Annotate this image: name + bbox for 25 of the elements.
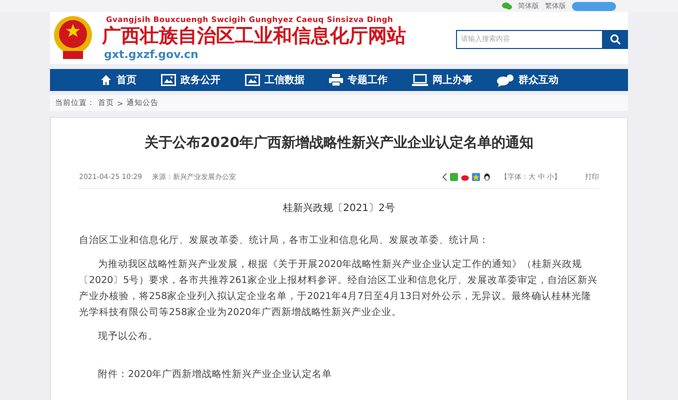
emblem-icon (52, 15, 94, 61)
image-icon (244, 74, 260, 86)
document-number: 桂新兴政规〔2021〕2号 (282, 202, 396, 215)
nav-item[interactable]: 群众互动 (496, 73, 558, 87)
nav-item[interactable]: 工信数据 (244, 73, 304, 87)
nav-item[interactable]: 网上办事 (412, 73, 472, 87)
site-domain: gxt.gxzf.gov.cn (103, 48, 200, 61)
share-icon[interactable] (442, 173, 447, 181)
article-paragraph: 附件：2020年广西新增战略性新兴产业企业认定名单 (97, 368, 334, 382)
nav-item[interactable]: 政务公开 (160, 73, 220, 87)
printer-icon (328, 74, 342, 86)
article-title: 关于公布2020年广西新增战略性新兴产业企业认定名单的通知 (143, 134, 534, 152)
laptop-icon (412, 74, 428, 86)
home-icon (100, 74, 112, 86)
site-name: 广西壮族自治区工业和信息化厅网站 (102, 24, 407, 48)
accessibility-button[interactable] (572, 2, 616, 10)
search-button[interactable] (602, 30, 628, 48)
article-paragraph: 现予以公布。 (97, 330, 159, 344)
search-icon (610, 34, 620, 44)
article-paragraph: 自治区工业和信息化厅、发展改革委、统计局，各市工业和信息化局、发展改革委、统计局： (79, 234, 490, 248)
article-paragraph: 为推动我区战略性新兴产业发展，根据《关于开展2020年战略性新兴产业企业认定工作的通知》（桂新兴政规〔2020〕5号）要求，各市共推荐261家企业上报材料参评。经自治区工业和信息化厅、发展改革委审定，自治区新兴产业办核验，将258家企业列入拟认定企业名单，于2021年4月7日至4月13日对外公示，无异议。最终确认桂林光隆光学科技有限公司等258家企业为2020年广西新增战略性新兴产业企业。 (79, 258, 598, 320)
image-icon (160, 74, 176, 86)
chat-bubbles-icon (496, 74, 514, 86)
nav-item[interactable]: 专题工作 (328, 73, 388, 87)
nav-item[interactable]: 首页 (100, 73, 136, 87)
